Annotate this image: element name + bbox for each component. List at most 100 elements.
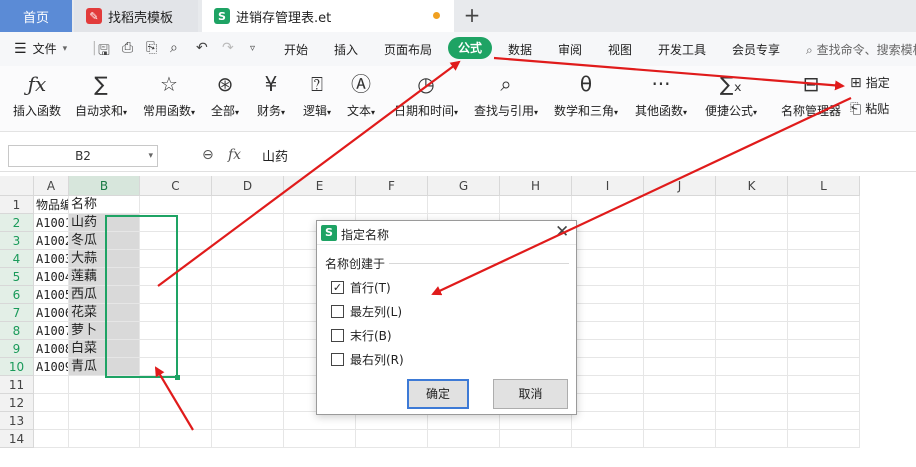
grid-cell[interactable] [212,304,284,322]
grid-cell[interactable] [644,268,716,286]
text-functions-button[interactable]: Ⓐ 文本▾ [342,70,380,119]
row-header[interactable]: 8 [0,322,34,340]
grid-cell[interactable] [788,340,860,358]
logical-button[interactable]: ⍰ 逻辑▾ [298,70,336,119]
grid-cell[interactable] [644,250,716,268]
grid-cell[interactable] [644,232,716,250]
grid-cell[interactable] [212,340,284,358]
grid-cell[interactable] [788,376,860,394]
column-header[interactable]: I [572,176,644,196]
grid-cell[interactable] [140,232,212,250]
grid-cell[interactable] [140,412,212,430]
grid-cell[interactable] [572,430,644,448]
grid-cell[interactable]: A1003 [34,250,69,268]
grid-cell[interactable] [500,430,572,448]
grid-cell[interactable] [716,430,788,448]
undo-icon[interactable]: ↶ [196,40,208,56]
grid-cell[interactable]: 冬瓜 [69,232,140,250]
tab-document[interactable]: S 进销存管理表.et [202,0,454,32]
grid-cell[interactable] [69,394,140,412]
grid-cell[interactable] [284,196,356,214]
grid-cell[interactable] [572,322,644,340]
column-header[interactable]: A [34,176,69,196]
grid-cell[interactable] [572,358,644,376]
financial-button[interactable]: ¥ 财务▾ [252,70,290,119]
grid-cell[interactable] [212,268,284,286]
grid-cell[interactable] [500,196,572,214]
grid-cell[interactable] [788,250,860,268]
grid-cell[interactable] [716,232,788,250]
grid-cell[interactable] [572,232,644,250]
checkbox-left-column[interactable] [331,305,344,318]
grid-cell[interactable] [140,394,212,412]
grid-cell[interactable] [572,268,644,286]
export-pdf-icon[interactable]: ⎙ [122,40,133,56]
grid-cell[interactable] [572,286,644,304]
grid-cell[interactable] [644,358,716,376]
redo-icon[interactable]: ↷ [222,40,234,56]
grid-cell[interactable] [644,286,716,304]
menu-developer[interactable]: 开发工具 [658,41,706,58]
row-header[interactable]: 4 [0,250,34,268]
grid-cell[interactable] [572,250,644,268]
grid-cell[interactable] [212,214,284,232]
grid-cell[interactable]: 青瓜 [69,358,140,376]
grid-cell[interactable] [572,304,644,322]
grid-cell[interactable] [356,430,428,448]
grid-cell[interactable] [788,232,860,250]
row-header[interactable]: 2 [0,214,34,232]
row-header[interactable]: 1 [0,196,34,214]
grid-cell[interactable] [212,286,284,304]
grid-cell[interactable] [212,358,284,376]
grid-cell[interactable] [212,250,284,268]
insert-function-button[interactable]: ƒx 插入函数 [8,70,66,119]
grid-cell[interactable] [644,340,716,358]
column-header[interactable]: G [428,176,500,196]
column-header[interactable]: K [716,176,788,196]
menu-data[interactable]: 数据 [508,41,532,58]
grid-cell[interactable] [428,430,500,448]
grid-cell[interactable] [356,196,428,214]
row-header[interactable]: 9 [0,340,34,358]
grid-cell[interactable] [788,430,860,448]
grid-cell[interactable]: A1009 [34,358,69,376]
row-header[interactable]: 7 [0,304,34,322]
chevron-down-icon[interactable]: ▾ [148,146,153,166]
grid-cell[interactable]: A1001 [34,214,69,232]
all-functions-button[interactable]: ⊛ 全部▾ [206,70,244,119]
grid-cell[interactable] [572,412,644,430]
grid-cell[interactable] [788,412,860,430]
grid-cell[interactable] [140,286,212,304]
grid-cell[interactable] [140,268,212,286]
tab-home[interactable]: 首页 [0,0,72,32]
grid-cell[interactable] [572,214,644,232]
row-header[interactable]: 3 [0,232,34,250]
grid-cell[interactable]: 名称 [69,196,140,214]
grid-cell[interactable] [69,430,140,448]
name-manager-button[interactable]: ⊟ 名称管理器 [778,70,844,119]
option-left-column[interactable]: 最左列(L) [331,303,402,320]
grid-cell[interactable] [34,412,69,430]
grid-cell[interactable] [644,322,716,340]
grid-cell[interactable] [212,394,284,412]
grid-cell[interactable]: 莲藕 [69,268,140,286]
row-header[interactable]: 6 [0,286,34,304]
grid-cell[interactable] [716,214,788,232]
grid-cell[interactable]: 大蒜 [69,250,140,268]
specify-name-button[interactable]: ⊞ 指定 [850,74,890,91]
grid-cell[interactable]: 萝卜 [69,322,140,340]
grid-cell[interactable] [716,358,788,376]
grid-cell[interactable] [788,322,860,340]
row-header[interactable]: 13 [0,412,34,430]
file-menu[interactable]: ☰ 文件 ▾ [14,40,67,57]
quick-formula-button[interactable]: ∑ₓ 便捷公式▾ [700,70,762,119]
date-time-button[interactable]: ◷ 日期和时间▾ [388,70,464,119]
ok-button[interactable]: 确定 [407,379,469,409]
customize-dropdown-icon[interactable]: ▿ [250,43,255,54]
menu-view[interactable]: 视图 [608,41,632,58]
grid-cell[interactable]: 山药 [69,214,140,232]
grid-cell[interactable] [212,322,284,340]
grid-cell[interactable] [716,394,788,412]
option-top-row[interactable]: ✓ 首行(T) [331,279,391,296]
grid-cell[interactable]: A1007 [34,322,69,340]
